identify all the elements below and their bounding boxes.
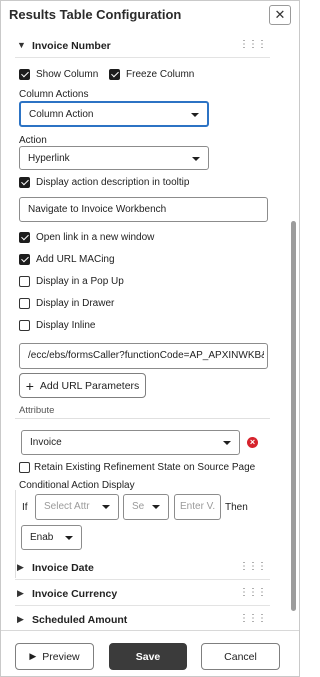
chevron-down-icon: [102, 505, 110, 509]
display-inline-label: Display Inline: [36, 320, 96, 331]
attribute-label: Attribute: [19, 405, 55, 416]
save-label: Save: [135, 650, 161, 663]
url-value: /ecc/ebs/formsCaller?functionCode=AP_APX…: [28, 350, 264, 361]
cancel-button[interactable]: Cancel: [201, 643, 280, 670]
display-drawer-label: Display in Drawer: [36, 298, 115, 309]
chevron-right-icon: ▶: [17, 614, 24, 624]
dialog-title: Results Table Configuration: [9, 7, 182, 22]
attribute-divider: [15, 418, 270, 419]
preview-button[interactable]: ▶ Preview: [15, 643, 94, 670]
attribute-value: Invoice: [30, 437, 62, 448]
section-label: Invoice Currency: [32, 588, 118, 600]
freeze-column-checkbox[interactable]: [109, 69, 120, 80]
condition-value-input[interactable]: Enter V.: [174, 494, 221, 520]
if-label: If: [22, 502, 28, 513]
attribute-select[interactable]: Invoice: [21, 430, 240, 455]
then-action-select[interactable]: Enab: [21, 525, 82, 550]
section-label: Invoice Date: [32, 562, 94, 574]
dialog-footer: ▶ Preview Save Cancel: [1, 630, 299, 676]
conditional-display-label: Conditional Action Display: [19, 480, 135, 491]
save-button[interactable]: Save: [109, 643, 187, 670]
drag-handle-icon[interactable]: ⋮⋮⋮: [239, 587, 267, 598]
then-label: Then: [225, 502, 248, 513]
column-actions-value: Column Action: [29, 109, 94, 120]
add-url-macing-label: Add URL MACing: [36, 254, 115, 265]
chevron-down-icon: [223, 441, 231, 445]
url-input[interactable]: /ecc/ebs/formsCaller?functionCode=AP_APX…: [19, 343, 268, 369]
chevron-down-icon: [191, 113, 199, 117]
show-column-label: Show Column: [36, 69, 99, 80]
tooltip-input[interactable]: Navigate to Invoice Workbench: [19, 197, 268, 222]
drag-handle-icon[interactable]: ⋮⋮⋮: [239, 613, 267, 624]
condition-value-placeholder: Enter V.: [180, 501, 216, 512]
section-scheduled-amount[interactable]: ▶ Scheduled Amount ⋮⋮⋮: [15, 610, 270, 630]
display-drawer-checkbox[interactable]: [19, 298, 30, 309]
play-icon: ▶: [29, 651, 37, 661]
results-table-config-dialog: Results Table Configuration ✕ ▼ Invoice …: [0, 0, 300, 677]
preview-label: Preview: [42, 650, 80, 663]
remove-attribute-icon[interactable]: ×: [247, 437, 258, 448]
display-popup-checkbox[interactable]: [19, 276, 30, 287]
select-attribute-select[interactable]: Select Attr: [35, 494, 119, 520]
add-url-macing-checkbox[interactable]: [19, 254, 30, 265]
select-attribute-placeholder: Select Attr: [44, 501, 90, 512]
close-button[interactable]: ✕: [269, 5, 291, 25]
tooltip-checkbox[interactable]: [19, 177, 30, 188]
section-invoice-currency[interactable]: ▶ Invoice Currency ⋮⋮⋮: [15, 584, 270, 606]
cancel-label: Cancel: [224, 650, 257, 663]
operator-select[interactable]: Se: [123, 494, 169, 520]
section-invoice-number[interactable]: ▼ Invoice Number ⋮⋮⋮: [15, 36, 270, 58]
tooltip-label: Display action description in tooltip: [36, 177, 190, 188]
freeze-column-label: Freeze Column: [126, 69, 195, 80]
plus-icon: +: [25, 377, 34, 394]
action-value: Hyperlink: [28, 153, 70, 164]
drag-handle-icon[interactable]: ⋮⋮⋮: [239, 561, 267, 572]
column-actions-label: Column Actions: [19, 89, 89, 100]
retain-state-checkbox[interactable]: [19, 462, 30, 473]
dialog-header: Results Table Configuration ✕: [1, 1, 299, 31]
section-label: Invoice Number: [32, 40, 111, 52]
add-url-parameters-label: Add URL Parameters: [39, 379, 140, 392]
display-popup-label: Display in a Pop Up: [36, 276, 124, 287]
then-action-value: Enab: [30, 532, 54, 543]
section-invoice-date[interactable]: ▶ Invoice Date ⋮⋮⋮: [15, 558, 270, 580]
action-select[interactable]: Hyperlink: [19, 146, 209, 170]
display-inline-checkbox[interactable]: [19, 320, 30, 331]
chevron-right-icon: ▶: [17, 588, 24, 598]
open-new-window-label: Open link in a new window: [36, 232, 155, 243]
open-new-window-checkbox[interactable]: [19, 232, 30, 243]
retain-state-label: Retain Existing Refinement State on Sour…: [34, 462, 256, 473]
config-scroll-area[interactable]: ▼ Invoice Number ⋮⋮⋮ Show Column Freeze …: [1, 32, 299, 630]
chevron-down-icon: [152, 505, 160, 509]
close-icon: ✕: [274, 7, 286, 22]
add-url-parameters-button[interactable]: + Add URL Parameters: [19, 373, 146, 398]
column-actions-select[interactable]: Column Action: [19, 101, 209, 127]
section-label: Scheduled Amount: [32, 614, 128, 626]
action-label: Action: [19, 135, 47, 146]
chevron-down-icon: [192, 157, 200, 161]
drag-handle-icon[interactable]: ⋮⋮⋮: [239, 39, 267, 50]
scrollbar-thumb[interactable]: [291, 221, 296, 611]
tooltip-value: Navigate to Invoice Workbench: [28, 204, 167, 215]
show-column-checkbox[interactable]: [19, 69, 30, 80]
chevron-down-icon: [65, 536, 73, 540]
chevron-down-icon: ▼: [17, 40, 26, 50]
operator-placeholder: Se: [132, 501, 145, 512]
chevron-right-icon: ▶: [17, 562, 24, 572]
